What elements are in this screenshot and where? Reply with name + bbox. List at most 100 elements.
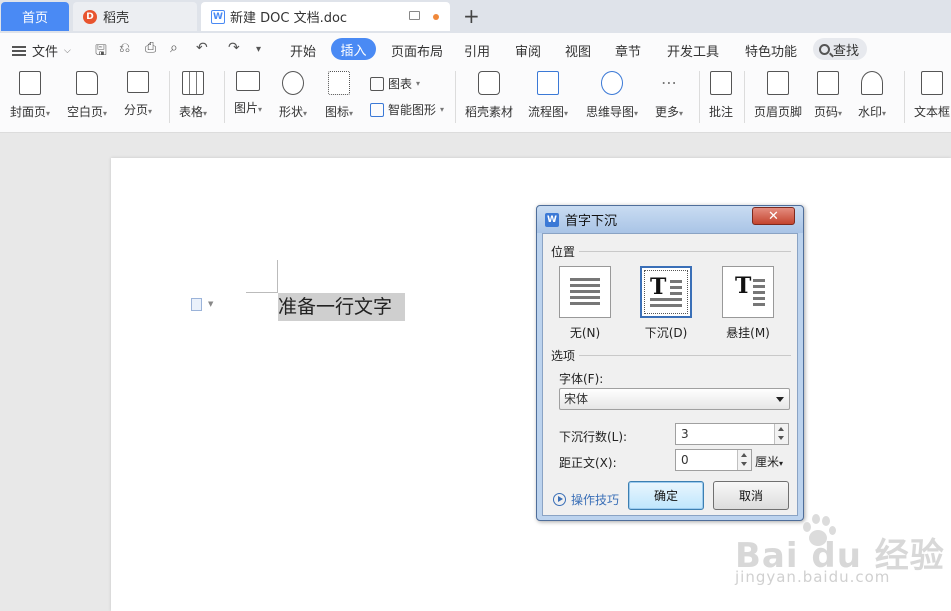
shape-icon bbox=[282, 71, 305, 95]
save-icon[interactable]: 🖫 bbox=[95, 40, 107, 64]
print-preview-icon[interactable]: ⌕ bbox=[170, 40, 178, 56]
cover-page-button[interactable]: 封面页▾ bbox=[10, 71, 50, 120]
tab-document[interactable]: W 新建 DOC 文档.doc bbox=[201, 2, 450, 31]
mindmap-button[interactable]: 思维导图▾ bbox=[586, 71, 638, 120]
tab-daoke[interactable]: D 稻壳 bbox=[73, 2, 197, 31]
dialog-titlebar[interactable]: W 首字下沉 ✕ bbox=[537, 206, 803, 233]
table-button[interactable]: 表格▾ bbox=[179, 71, 207, 120]
ribbon-divider bbox=[904, 71, 905, 123]
selected-text[interactable]: 准备一行文字 bbox=[278, 293, 405, 321]
unit-select[interactable]: 厘米▾ bbox=[755, 453, 783, 470]
tab-bar: 首页 D 稻壳 W 新建 DOC 文档.doc + bbox=[0, 0, 951, 33]
icons-button[interactable]: 图标▾ bbox=[325, 71, 353, 120]
drop-cap-hanging-label[interactable]: 悬挂(M) bbox=[718, 324, 778, 341]
group-divider bbox=[579, 355, 791, 356]
comment-label: 批注 bbox=[709, 105, 734, 119]
smart-art-button[interactable]: 智能图形 ▾ bbox=[370, 101, 444, 118]
menu-view[interactable]: 视图 bbox=[565, 41, 591, 60]
distance-stepper[interactable]: 0 bbox=[675, 449, 752, 471]
chevron-down-icon: ▾ bbox=[779, 459, 784, 468]
insert-ribbon: 封面页▾ 空白页▾ 分页▾ 表格▾ 图片▾ 形状▾ 图标▾ 图表 ▾ 智能图形 ▾ … bbox=[0, 65, 951, 133]
blank-page-button[interactable]: 空白页▾ bbox=[67, 71, 107, 120]
text-lines-icon bbox=[753, 279, 765, 309]
header-footer-icon bbox=[767, 71, 789, 95]
search-icon bbox=[819, 43, 830, 55]
page-break-button[interactable]: 分页▾ bbox=[124, 71, 152, 118]
picture-icon bbox=[236, 71, 261, 91]
share-icon[interactable]: ⎌ bbox=[119, 40, 130, 56]
spin-arrows-icon[interactable] bbox=[774, 424, 788, 444]
close-button[interactable]: ✕ bbox=[752, 207, 795, 225]
menu-insert[interactable]: 插入 bbox=[331, 38, 376, 60]
drop-lines-stepper[interactable]: 3 bbox=[675, 423, 789, 445]
file-menu[interactable]: 文件 ⌵ bbox=[12, 41, 71, 60]
paragraph-layout-icon[interactable] bbox=[191, 298, 202, 311]
new-tab-button[interactable]: + bbox=[463, 4, 480, 28]
comment-button[interactable]: 批注 bbox=[709, 71, 733, 120]
font-select[interactable]: 宋体 bbox=[559, 388, 790, 410]
smart-art-label: 智能图形 bbox=[388, 103, 437, 117]
search-button[interactable]: 查找 bbox=[813, 38, 867, 60]
tips-link[interactable]: 操作技巧 bbox=[553, 491, 619, 508]
more-icon: ⋯ bbox=[661, 73, 678, 92]
table-label: 表格 bbox=[179, 105, 204, 119]
watermark-url: jingyan.baidu.com bbox=[735, 568, 891, 586]
textbox-button[interactable]: 文本框 bbox=[914, 71, 950, 120]
tab-home[interactable]: 首页 bbox=[1, 2, 69, 31]
page-number-button[interactable]: 页码▾ bbox=[814, 71, 842, 120]
more-button[interactable]: ⋯ 更多▾ bbox=[655, 71, 683, 120]
screen-mode-icon[interactable] bbox=[409, 11, 420, 20]
tab-daoke-label: 稻壳 bbox=[103, 11, 130, 26]
watermark-button[interactable]: 水印▾ bbox=[858, 71, 886, 120]
drop-cap-none-option[interactable] bbox=[559, 266, 611, 318]
watermark-icon bbox=[861, 71, 884, 95]
menu-start[interactable]: 开始 bbox=[290, 41, 316, 60]
tab-document-label: 新建 DOC 文档.doc bbox=[230, 11, 348, 26]
chevron-down-icon[interactable]: ▼ bbox=[208, 300, 213, 308]
picture-label: 图片 bbox=[234, 101, 259, 115]
writer-doc-icon: W bbox=[211, 9, 225, 24]
cancel-button[interactable]: 取消 bbox=[713, 481, 789, 510]
chart-label: 图表 bbox=[388, 77, 413, 91]
undo-icon[interactable]: ↶ bbox=[196, 40, 208, 56]
drop-lines-value: 3 bbox=[681, 427, 689, 441]
drop-cap-dialog: W 首字下沉 ✕ 位置 无(N) T 下沉(D) T 悬挂(M) 选项 字体(F… bbox=[536, 205, 804, 521]
chart-button[interactable]: 图表 ▾ bbox=[370, 75, 420, 92]
shape-label: 形状 bbox=[279, 105, 304, 119]
unsaved-dot-icon bbox=[433, 14, 439, 20]
drop-lines-label: 下沉行数(L): bbox=[559, 430, 628, 444]
header-footer-label: 页眉页脚 bbox=[754, 105, 803, 119]
text-lines-icon bbox=[570, 278, 600, 308]
menu-special[interactable]: 特色功能 bbox=[745, 41, 797, 60]
drop-cap-hanging-option[interactable]: T bbox=[722, 266, 774, 318]
search-label: 查找 bbox=[833, 43, 860, 59]
daoke-material-button[interactable]: 稻壳素材 bbox=[465, 71, 513, 120]
ok-button[interactable]: 确定 bbox=[628, 481, 704, 510]
page-number-label: 页码 bbox=[814, 105, 839, 119]
flowchart-button[interactable]: 流程图▾ bbox=[528, 71, 568, 120]
menu-page-layout[interactable]: 页面布局 bbox=[391, 41, 443, 60]
hamburger-icon bbox=[12, 45, 26, 56]
print-icon[interactable]: ⎙ bbox=[145, 40, 156, 56]
drop-cap-letter-icon: T bbox=[650, 274, 667, 300]
drop-cap-dropped-label[interactable]: 下沉(D) bbox=[636, 324, 696, 341]
menu-references[interactable]: 引用 bbox=[464, 41, 490, 60]
textbox-icon bbox=[921, 71, 943, 95]
page-number-icon bbox=[817, 71, 840, 95]
quick-access-dropdown-icon[interactable]: ▾ bbox=[256, 44, 261, 55]
shape-button[interactable]: 形状▾ bbox=[279, 71, 307, 120]
mindmap-label: 思维导图 bbox=[586, 105, 635, 119]
close-icon: ✕ bbox=[768, 208, 779, 224]
distance-value: 0 bbox=[681, 453, 689, 467]
redo-icon[interactable]: ↷ bbox=[228, 40, 240, 56]
picture-button[interactable]: 图片▾ bbox=[234, 71, 262, 116]
menu-developer[interactable]: 开发工具 bbox=[667, 41, 719, 60]
header-footer-button[interactable]: 页眉页脚 bbox=[754, 71, 802, 120]
menu-review[interactable]: 审阅 bbox=[515, 41, 541, 60]
menu-section[interactable]: 章节 bbox=[615, 41, 641, 60]
spin-arrows-icon[interactable] bbox=[737, 450, 751, 470]
ribbon-divider bbox=[699, 71, 700, 123]
drop-cap-dropped-option[interactable]: T bbox=[640, 266, 692, 318]
drop-cap-none-label[interactable]: 无(N) bbox=[555, 324, 615, 341]
margin-corner-mark bbox=[246, 292, 278, 293]
